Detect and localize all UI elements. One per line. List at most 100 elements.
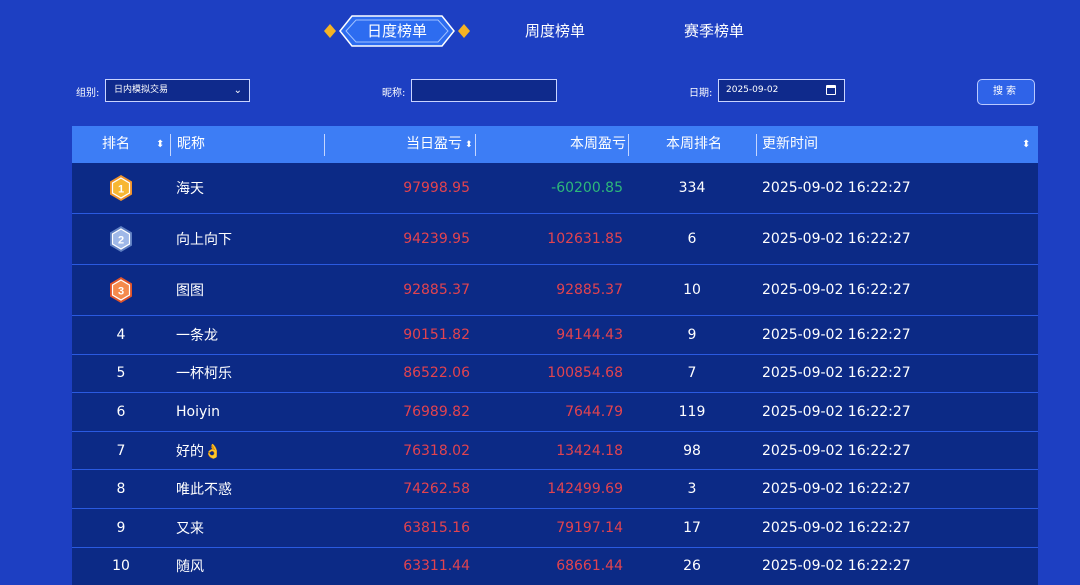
daily-pnl-cell: 97998.95 (403, 180, 470, 196)
weekly-pnl-cell: 100854.68 (547, 365, 623, 382)
table-row: 4 一条龙 90151.82 94144.43 9 2025-09-02 16:22:27 (72, 316, 1038, 355)
updated-time-cell: 2025-09-02 16:22:27 (762, 180, 911, 196)
sort-icon[interactable]: ⬍ (1022, 126, 1030, 163)
rank-medal: 1 (72, 163, 170, 213)
column-divider (628, 134, 629, 156)
group-select[interactable]: 日内模拟交易 ⌄ (105, 79, 250, 102)
rank-cell: 6 (116, 403, 126, 420)
nickname-cell: 图图 (176, 283, 204, 299)
rank-cell: 7 (116, 442, 126, 459)
rank-cell: 8 (116, 481, 126, 498)
nickname-cell: 海天 (176, 181, 204, 197)
daily-pnl-cell: 86522.06 (403, 365, 470, 382)
tab-daily-label: 日度榜单 (366, 22, 427, 40)
header-daily-pnl[interactable]: 当日盈亏 ⬍ (406, 126, 473, 163)
bronze-medal-icon: 3 (110, 277, 132, 303)
nickname-cell: 唯此不惑 (176, 482, 232, 499)
header-weekly-pnl: 本周盈亏 (570, 136, 626, 152)
daily-pnl-cell: 94239.95 (403, 231, 470, 247)
header-daily-pnl-label: 当日盈亏 (406, 136, 462, 152)
weekly-pnl-cell: 102631.85 (547, 231, 623, 247)
nickname-cell: 一条龙 (176, 327, 218, 344)
nickname-cell: 又来 (176, 520, 204, 537)
table-row: 7 好的👌 76318.02 13424.18 98 2025-09-02 16:22:2… (72, 431, 1038, 471)
nickname-cell: Hoiyin (176, 403, 221, 420)
header-weekly-rank: 本周排名 (666, 136, 722, 152)
weekly-rank-cell: 6 (687, 231, 697, 247)
medal-rank-text: 3 (118, 286, 124, 298)
updated-time-cell: 2025-09-02 16:22:27 (762, 558, 911, 575)
header-rank[interactable]: 排名 (102, 126, 130, 163)
weekly-pnl-cell: 68661.44 (556, 558, 623, 575)
daily-pnl-cell: 90151.82 (403, 326, 470, 343)
rank-medal: 2 (72, 214, 170, 264)
diamond-right-icon (458, 24, 470, 38)
weekly-rank-cell: 98 (683, 442, 701, 459)
table-row: 1 海天 97998.95 -60200.85 334 2025-09-02 16:22:… (72, 163, 1038, 214)
updated-time-cell: 2025-09-02 16:22:27 (762, 481, 911, 498)
table-row: 9 又来 63815.16 79197.14 17 2025-09-02 16:22:27 (72, 508, 1038, 548)
weekly-rank-cell: 26 (683, 558, 701, 575)
weekly-rank-cell: 17 (683, 519, 701, 536)
date-input[interactable]: 2025-09-02 (718, 79, 845, 102)
table-row: 2 向上向下 94239.95 102631.85 6 2025-09-02 16:22:… (72, 214, 1038, 265)
table-body: 1 海天 97998.95 -60200.85 334 2025-09-02 16:22:… (72, 163, 1038, 585)
updated-time-cell: 2025-09-02 16:22:27 (762, 231, 911, 247)
search-button[interactable]: 搜索 (977, 79, 1035, 105)
daily-pnl-cell: 76318.02 (403, 442, 470, 459)
rank-cell: 4 (116, 326, 126, 343)
column-divider (324, 134, 325, 156)
rank-medal: 3 (72, 265, 170, 315)
header-rank-label: 排名 (102, 136, 130, 152)
tab-daily[interactable]: 日度榜单 (322, 12, 472, 50)
updated-time-cell: 2025-09-02 16:22:27 (762, 365, 911, 382)
rank-cell: 9 (116, 519, 126, 536)
column-divider (475, 134, 476, 156)
weekly-pnl-cell: 92885.37 (556, 282, 623, 298)
weekly-rank-cell: 7 (687, 365, 697, 382)
table-row: 6 Hoiyin 76989.82 7644.79 119 2025-09-02 16:2… (72, 393, 1038, 432)
column-divider (756, 134, 757, 156)
nickname-cell: 一杯柯乐 (176, 366, 232, 383)
medal-rank-text: 1 (118, 184, 124, 196)
weekly-rank-cell: 3 (687, 481, 697, 498)
weekly-rank-cell: 119 (678, 403, 706, 420)
weekly-rank-cell: 10 (683, 282, 701, 298)
updated-time-cell: 2025-09-02 16:22:27 (762, 326, 911, 343)
sort-icon[interactable]: ⬍ (156, 126, 164, 163)
nickname-input[interactable] (411, 79, 557, 102)
daily-pnl-cell: 63815.16 (403, 519, 470, 536)
updated-time-cell: 2025-09-02 16:22:27 (762, 282, 911, 298)
rank-cell: 5 (116, 365, 126, 382)
leaderboard-table: 排名 ⬍ 昵称 当日盈亏 ⬍ 本周盈亏 本周排名 更新时间 ⬍ 1 海天 97998.… (72, 126, 1038, 585)
updated-time-cell: 2025-09-02 16:22:27 (762, 403, 911, 420)
gold-medal-icon: 1 (110, 175, 132, 201)
daily-pnl-cell: 92885.37 (403, 282, 470, 298)
updated-time-cell: 2025-09-02 16:22:27 (762, 442, 911, 459)
weekly-pnl-cell: 94144.43 (556, 326, 623, 343)
rank-cell: 10 (112, 558, 130, 575)
leaderboard-tabs: 日度榜单 周度榜单 赛季榜单 (0, 12, 1080, 50)
tab-season[interactable]: 赛季榜单 (664, 12, 764, 50)
tab-weekly[interactable]: 周度榜单 (505, 12, 605, 50)
daily-pnl-cell: 63311.44 (403, 558, 470, 575)
diamond-left-icon (324, 24, 336, 38)
silver-medal-icon: 2 (110, 226, 132, 252)
header-updated: 更新时间 (762, 136, 818, 152)
nickname-label: 昵称: (382, 88, 406, 99)
updated-time-cell: 2025-09-02 16:22:27 (762, 519, 911, 536)
chevron-down-icon: ⌄ (233, 85, 242, 96)
header-nickname: 昵称 (177, 136, 205, 152)
date-value: 2025-09-02 (726, 85, 779, 95)
daily-pnl-cell: 74262.58 (403, 481, 470, 498)
calendar-icon (826, 85, 836, 95)
weekly-pnl-cell: 142499.69 (547, 481, 623, 498)
date-label: 日期: (689, 88, 713, 99)
table-header: 排名 ⬍ 昵称 当日盈亏 ⬍ 本周盈亏 本周排名 更新时间 ⬍ (72, 126, 1038, 163)
weekly-pnl-cell: 13424.18 (556, 442, 623, 459)
table-row: 8 唯此不惑 74262.58 142499.69 3 2025-09-02 16:22:… (72, 470, 1038, 509)
weekly-rank-cell: 334 (678, 180, 706, 196)
table-row: 10 随风 63311.44 68661.44 26 2025-09-02 16:22:2… (72, 547, 1038, 585)
medal-rank-text: 2 (118, 235, 124, 247)
weekly-pnl-cell: 7644.79 (565, 403, 623, 420)
